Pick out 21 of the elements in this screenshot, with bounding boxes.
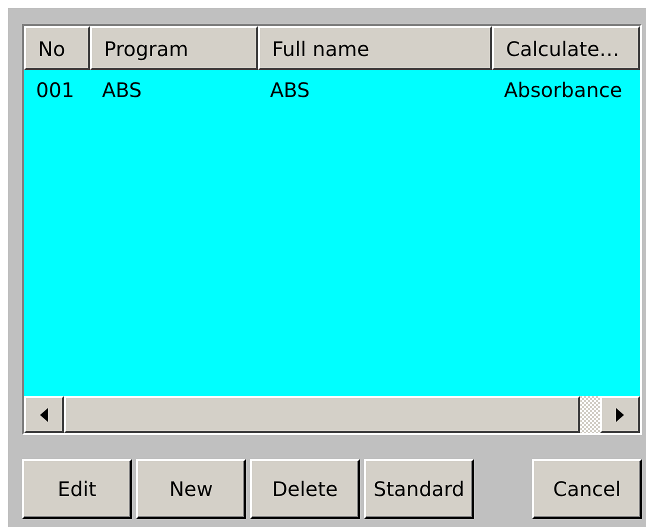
right-arrow-icon [616,408,624,422]
left-arrow-icon [40,408,48,422]
column-header[interactable]: No [24,26,90,70]
action-button[interactable]: Edit [22,459,132,519]
scroll-left-button[interactable] [24,396,64,433]
table-cell-text: ABS [269,77,311,104]
action-button[interactable]: New [136,459,246,519]
action-button[interactable]: Standard [364,459,474,519]
column-header[interactable]: Program [90,26,258,70]
table-cell-text: 001 [35,77,76,104]
action-button[interactable]: Delete [250,459,360,519]
table-cell-text: ABS [101,77,143,104]
scroll-track[interactable] [580,396,600,433]
table-cell-text: Absorbance [503,77,624,104]
scroll-right-button[interactable] [600,396,640,433]
cancel-button[interactable]: Cancel [532,459,642,519]
column-header[interactable]: Calculate… [492,26,640,70]
column-header[interactable]: Full name [258,26,492,70]
horizontal-scrollbar[interactable] [24,396,640,433]
program-list[interactable]: No Program Full name Calculate… 001 ABS ABS Absorbance [22,24,642,435]
scroll-thumb[interactable] [64,396,580,433]
